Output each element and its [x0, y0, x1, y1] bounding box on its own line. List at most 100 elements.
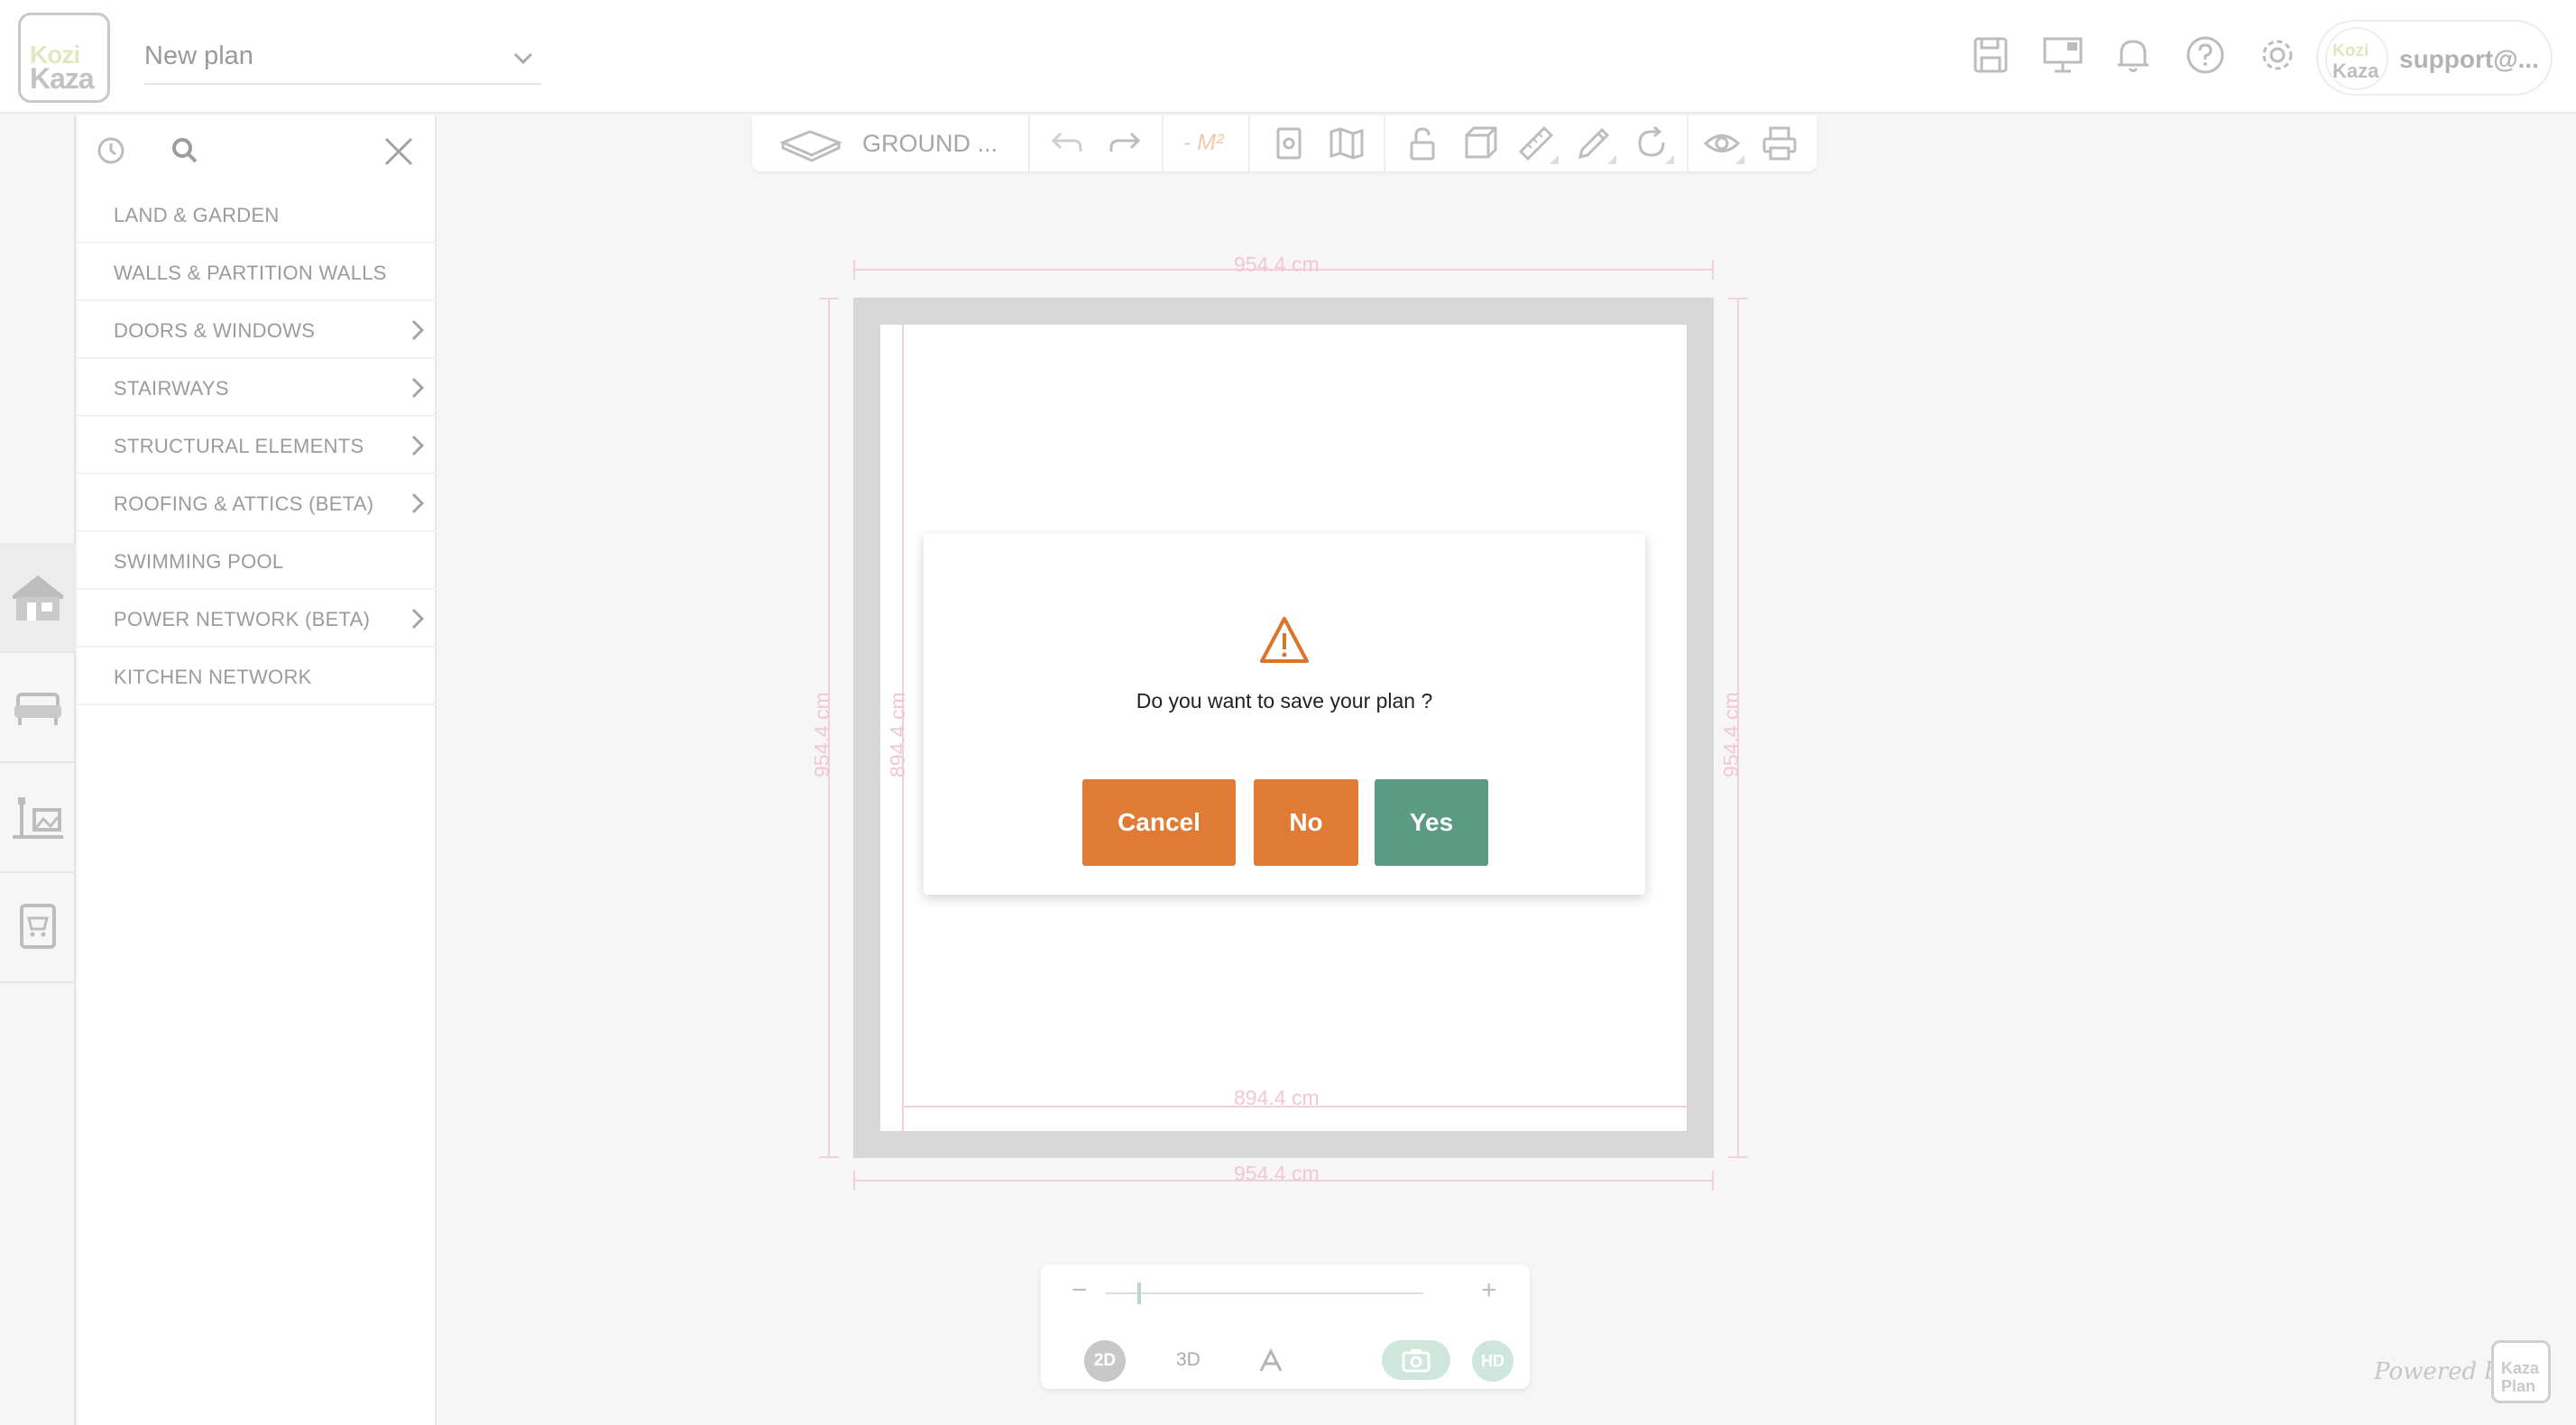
redo-button[interactable] — [1106, 124, 1144, 162]
outer-width-label-top: 954.4 cm — [1234, 253, 1320, 276]
document-button[interactable] — [1270, 124, 1308, 162]
outer-width-label-bottom: 954.4 cm — [1234, 1162, 1320, 1185]
chevron-right-icon — [411, 608, 425, 630]
level-icon — [779, 130, 842, 162]
rail-construction-button[interactable] — [0, 543, 76, 653]
dimension-tick — [819, 298, 839, 299]
cart-icon — [20, 904, 56, 949]
footer-logo-line2: Plan — [2501, 1377, 2536, 1395]
category-label: KITCHEN NETWORK — [114, 666, 312, 688]
rail-shop-button[interactable] — [0, 873, 76, 983]
inner-width-label: 894.4 cm — [1234, 1086, 1320, 1109]
search-icon[interactable] — [170, 135, 200, 166]
catalog-panel: LAND & GARDEN WALLS & PARTITION WALLS DO… — [78, 115, 437, 1425]
plan-select[interactable]: New plan — [144, 34, 541, 85]
no-button[interactable]: No — [1254, 779, 1358, 866]
category-land-garden[interactable]: LAND & GARDEN — [78, 186, 437, 244]
category-structural-elements[interactable]: STRUCTURAL ELEMENTS — [78, 417, 437, 474]
rail-furniture-button[interactable] — [0, 653, 76, 763]
dimension-tick — [819, 1156, 839, 1158]
cube-button[interactable] — [1461, 124, 1499, 162]
inner-height-label: 894.4 cm — [886, 692, 909, 777]
chevron-right-icon — [411, 319, 425, 341]
view-button[interactable] — [1703, 124, 1744, 164]
toolbar-divider — [1028, 115, 1030, 171]
plan-toolbar: GROUND ... - M² — [752, 115, 1817, 171]
dialog-message: Do you want to save your plan ? — [1136, 689, 1433, 712]
category-stairways[interactable]: STAIRWAYS — [78, 359, 437, 417]
toolbar-divider — [1248, 115, 1250, 171]
view-controls: − + 2D 3D HD — [1041, 1264, 1530, 1389]
walk-mode-icon[interactable] — [1257, 1347, 1284, 1374]
app-logo[interactable]: Kozi Kaza — [18, 13, 110, 103]
help-icon[interactable] — [2185, 34, 2226, 76]
tool-menu-indicator — [1607, 155, 1616, 164]
zoom-in-button[interactable]: + — [1481, 1275, 1497, 1306]
presentation-icon[interactable] — [2042, 34, 2084, 76]
map-icon — [1329, 127, 1364, 160]
category-roofing-attics[interactable]: ROOFING & ATTICS (BETA) — [78, 474, 437, 532]
level-label[interactable]: GROUND ... — [862, 130, 998, 158]
level-button[interactable] — [779, 124, 842, 162]
pencil-button[interactable] — [1575, 124, 1616, 164]
account-menu[interactable]: Kozi Kaza support@... — [2316, 20, 2553, 96]
kazaplan-logo[interactable]: Kaza Plan — [2491, 1340, 2551, 1403]
outer-height-label-right: 954.4 cm — [1719, 692, 1743, 777]
view-2d-button[interactable]: 2D — [1084, 1340, 1126, 1382]
category-label: STRUCTURAL ELEMENTS — [114, 435, 364, 457]
area-indicator[interactable]: - M² — [1183, 130, 1223, 156]
chevron-right-icon — [411, 377, 425, 399]
outer-height-label-left: 954.4 cm — [810, 692, 833, 777]
category-label: POWER NETWORK (BETA) — [114, 608, 371, 630]
toolbar-divider — [1687, 115, 1688, 171]
category-walls[interactable]: WALLS & PARTITION WALLS — [78, 244, 437, 301]
view-3d-button[interactable]: 3D — [1176, 1349, 1201, 1371]
dimension-tick — [1712, 1171, 1714, 1191]
document-icon — [1276, 127, 1302, 160]
footer-logo-line1: Kaza — [2501, 1359, 2540, 1377]
rotate-button[interactable] — [1633, 124, 1674, 164]
category-label: ROOFING & ATTICS (BETA) — [114, 492, 374, 515]
undo-icon — [1051, 132, 1082, 152]
zoom-slider[interactable] — [1106, 1292, 1423, 1294]
unlock-icon — [1410, 127, 1435, 161]
yes-button[interactable]: Yes — [1375, 779, 1488, 866]
account-email: support@... — [2399, 45, 2539, 73]
print-icon — [1762, 126, 1797, 161]
dimension-tick — [853, 260, 855, 280]
map-button[interactable] — [1328, 124, 1366, 162]
dimension-tick — [1728, 1156, 1748, 1158]
bell-icon[interactable] — [2112, 34, 2154, 76]
rail-decor-button[interactable] — [0, 763, 76, 873]
chevron-right-icon — [411, 492, 425, 514]
screenshot-button[interactable] — [1382, 1340, 1450, 1380]
print-button[interactable] — [1761, 124, 1799, 162]
undo-button[interactable] — [1048, 124, 1086, 162]
app-header: Kozi Kaza New plan Kozi Kaza support@... — [0, 0, 2576, 114]
panel-tools — [78, 115, 437, 188]
zoom-slider-handle[interactable] — [1137, 1282, 1142, 1304]
plan-name: New plan — [144, 41, 253, 70]
toolbar-divider — [1384, 115, 1385, 171]
dimension-tick — [1712, 260, 1714, 280]
category-label: DOORS & WINDOWS — [114, 319, 316, 342]
category-label: SWIMMING POOL — [114, 550, 284, 573]
history-icon[interactable] — [96, 135, 126, 166]
category-power-network[interactable]: POWER NETWORK (BETA) — [78, 590, 437, 648]
avatar-text-line2: Kaza — [2332, 60, 2379, 82]
ruler-button[interactable] — [1517, 124, 1559, 164]
close-icon[interactable] — [382, 135, 415, 168]
gear-icon[interactable] — [2257, 34, 2298, 76]
chevron-down-icon — [513, 52, 533, 65]
category-kitchen-network[interactable]: KITCHEN NETWORK — [78, 648, 437, 705]
category-swimming-pool[interactable]: SWIMMING POOL — [78, 532, 437, 590]
logo-text-line2: Kaza — [30, 62, 95, 95]
lock-button[interactable] — [1403, 124, 1441, 162]
cancel-button[interactable]: Cancel — [1082, 779, 1236, 866]
hd-render-button[interactable]: HD — [1472, 1340, 1513, 1382]
category-doors-windows[interactable]: DOORS & WINDOWS — [78, 301, 437, 359]
zoom-out-button[interactable]: − — [1072, 1275, 1088, 1306]
dimension-tick — [1728, 298, 1748, 299]
save-icon[interactable] — [1970, 34, 2011, 76]
house-icon — [13, 575, 63, 621]
